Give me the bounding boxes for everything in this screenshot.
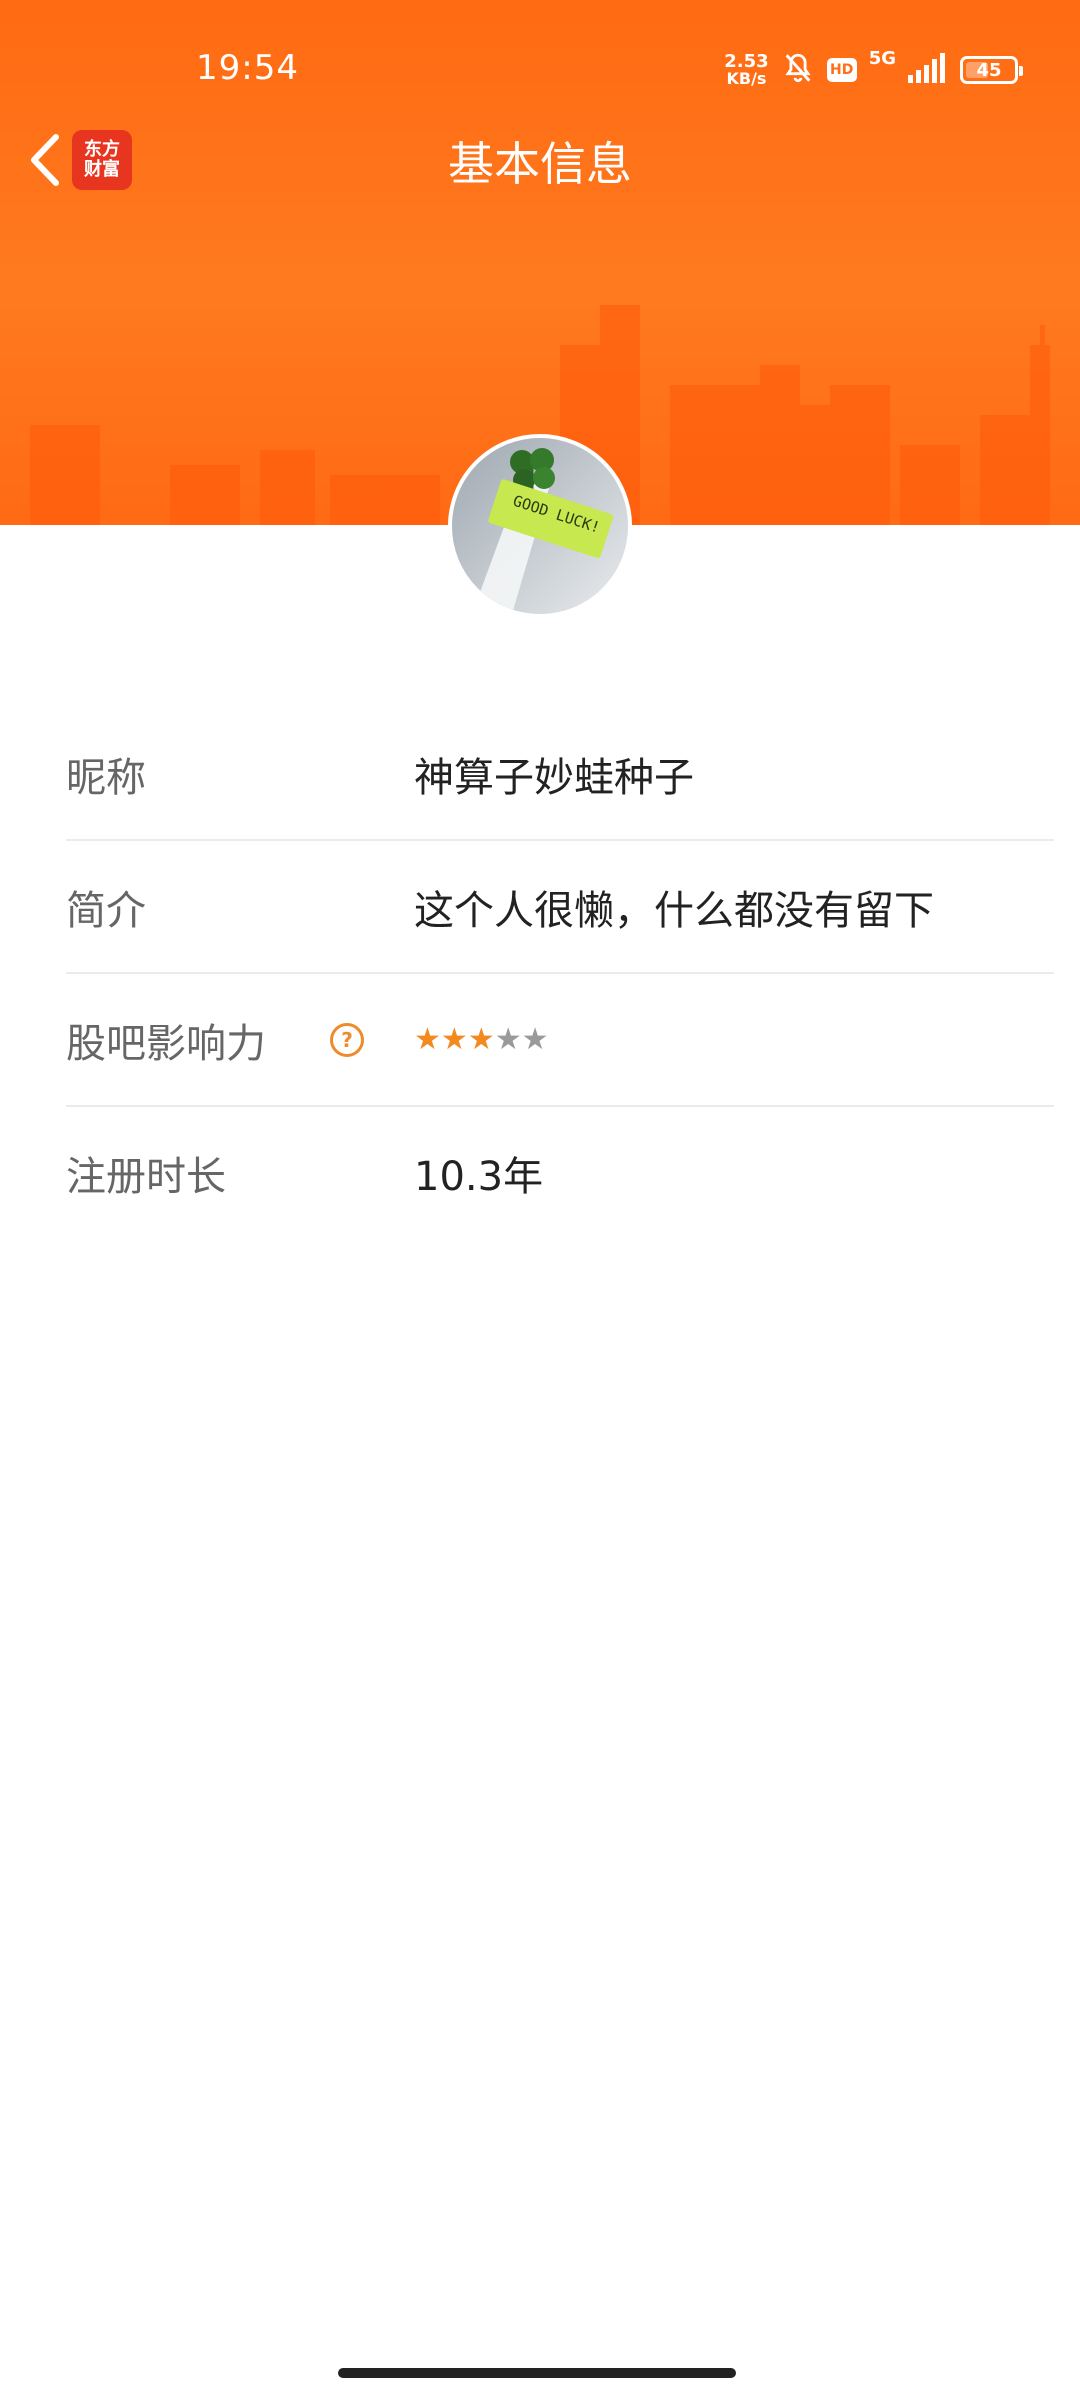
nickname-label: 昵称 bbox=[66, 754, 146, 801]
status-icons: 2.53 KB/s HD 5G 45 bbox=[724, 48, 1023, 92]
star-filled-icon: ★ bbox=[414, 1022, 441, 1057]
avatar-image: GOOD LUCK! bbox=[452, 438, 628, 614]
registered-value: 10.3年 bbox=[414, 1153, 544, 1200]
registered-label: 注册时长 bbox=[66, 1153, 226, 1200]
avatar[interactable]: GOOD LUCK! bbox=[448, 434, 632, 618]
nickname-value: 神算子妙蛙种子 bbox=[414, 754, 694, 801]
question-circle-icon[interactable]: ? bbox=[330, 1022, 364, 1057]
status-time: 19:54 bbox=[196, 48, 299, 88]
star-empty-icon: ★ bbox=[521, 1022, 549, 1057]
registered-row: 注册时长 10.3年 bbox=[66, 1107, 1054, 1238]
bio-row: 简介 这个人很懒，什么都没有留下 bbox=[66, 841, 1054, 974]
nickname-row: 昵称 神算子妙蛙种子 bbox=[66, 708, 1054, 841]
influence-stars: ★ ★ ★ ★ ★ bbox=[414, 1022, 549, 1057]
signal-icon bbox=[908, 53, 948, 87]
star-filled-icon: ★ bbox=[440, 1022, 468, 1057]
bio-value: 这个人很懒，什么都没有留下 bbox=[414, 887, 934, 934]
hd-badge: HD bbox=[826, 58, 857, 82]
bio-label: 简介 bbox=[66, 887, 146, 934]
influence-label: 股吧影响力 bbox=[66, 1020, 266, 1067]
star-filled-icon: ★ bbox=[467, 1022, 495, 1057]
home-indicator[interactable] bbox=[338, 2368, 736, 2378]
bell-off-icon bbox=[781, 51, 815, 89]
network-type: 5G bbox=[868, 48, 896, 69]
page-title: 基本信息 bbox=[448, 137, 632, 191]
network-speed: 2.53 KB/s bbox=[724, 53, 768, 87]
screen: 19:54 2.53 KB/s HD 5G 45 东方 财富 基本信息 GOOD… bbox=[0, 0, 1080, 2400]
battery-icon: 45 bbox=[960, 56, 1023, 84]
star-empty-icon: ★ bbox=[494, 1022, 522, 1057]
info-list: 昵称 神算子妙蛙种子 简介 这个人很懒，什么都没有留下 股吧影响力 ? ★ ★ ★ ★… bbox=[66, 708, 1054, 1238]
network-speed-unit: KB/s bbox=[726, 69, 767, 88]
battery-text: 45 bbox=[976, 59, 1002, 81]
influence-row: 股吧影响力 ? ★ ★ ★ ★ ★ bbox=[66, 974, 1054, 1107]
